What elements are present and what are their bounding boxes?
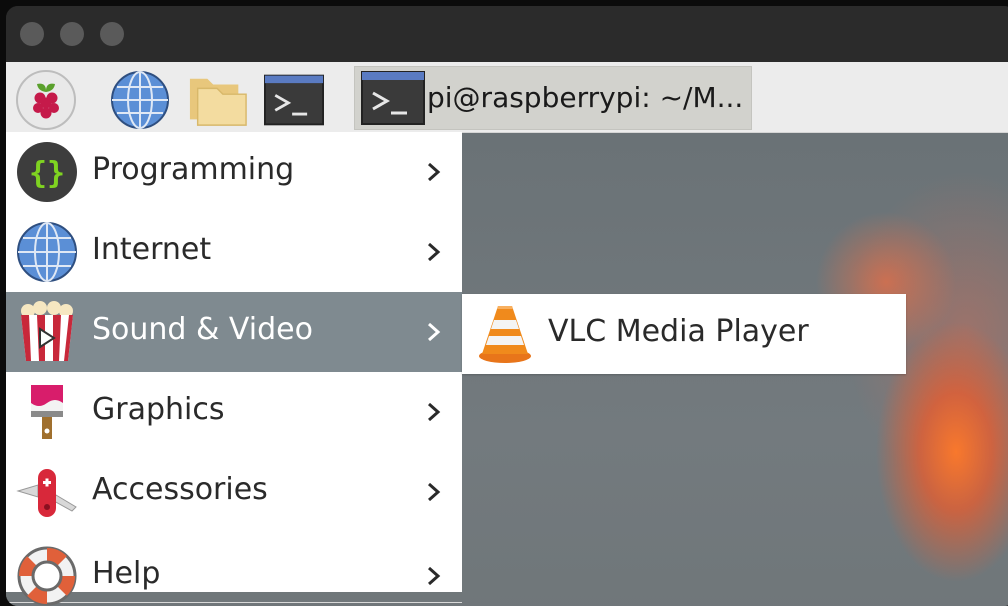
taskbar: pi@raspberrypi: ~/M...: [6, 62, 1008, 133]
chevron-right-icon: [428, 482, 441, 502]
terminal-task-button[interactable]: pi@raspberrypi: ~/M...: [354, 66, 752, 130]
chevron-right-icon: [428, 566, 441, 586]
menu-item-accessories[interactable]: Accessories: [6, 452, 462, 532]
globe-icon: [111, 71, 169, 129]
close-window-button[interactable]: [20, 22, 44, 46]
raspberry-menu-button[interactable]: [16, 70, 76, 130]
chevron-right-icon: [428, 402, 441, 422]
submenu-item-vlc-media-player[interactable]: VLC Media Player: [462, 294, 906, 374]
popcorn-play-icon: [21, 301, 73, 361]
pi-desktop-screen: pi@raspberrypi: ~/M... {} Programming In…: [6, 62, 1008, 606]
terminal-launcher[interactable]: [264, 70, 324, 130]
sound-video-submenu: VLC Media Player: [462, 294, 906, 374]
svg-text:{}: {}: [29, 156, 65, 191]
vlc-cone-icon: [479, 306, 531, 363]
chevron-right-icon: [428, 162, 441, 182]
braces-icon: {}: [17, 142, 77, 202]
menu-item-sound-video[interactable]: Sound & Video: [6, 292, 462, 372]
chevron-right-icon: [428, 322, 441, 342]
submenu-item-label: VLC Media Player: [548, 314, 809, 349]
menu-item-label: Internet: [92, 232, 212, 267]
window-titlebar: [6, 6, 1008, 62]
menu-item-label: Help: [92, 556, 161, 591]
globe-icon: [17, 222, 77, 282]
zoom-window-button[interactable]: [100, 22, 124, 46]
menu-item-label: Accessories: [92, 472, 268, 507]
menu-item-internet[interactable]: Internet: [6, 212, 462, 292]
terminal-task-icon: [361, 71, 425, 129]
remote-desktop-window: pi@raspberrypi: ~/M... {} Programming In…: [6, 6, 1008, 606]
chevron-right-icon: [428, 242, 441, 262]
folder-icon: [189, 78, 247, 126]
menu-item-programming[interactable]: {} Programming: [6, 132, 462, 212]
file-manager-launcher[interactable]: [188, 70, 248, 130]
raspberry-icon: [16, 70, 76, 130]
menu-item-help[interactable]: Help: [6, 536, 462, 606]
menu-item-label: Programming: [92, 152, 295, 187]
application-menu: {} Programming Internet Sound & Video Gr…: [6, 132, 462, 606]
menu-item-label: Sound & Video: [92, 312, 313, 347]
menu-item-label: Graphics: [92, 392, 225, 427]
lifebuoy-icon: [17, 546, 77, 606]
terminal-icon: [264, 74, 324, 126]
pocket-knife-icon: [16, 469, 77, 517]
menu-item-graphics[interactable]: Graphics: [6, 372, 462, 452]
web-browser-launcher[interactable]: [110, 70, 170, 130]
minimize-window-button[interactable]: [60, 22, 84, 46]
terminal-task-label: pi@raspberrypi: ~/M...: [427, 81, 744, 114]
paintbrush-icon: [31, 385, 63, 439]
terminal-icon: [361, 71, 425, 125]
